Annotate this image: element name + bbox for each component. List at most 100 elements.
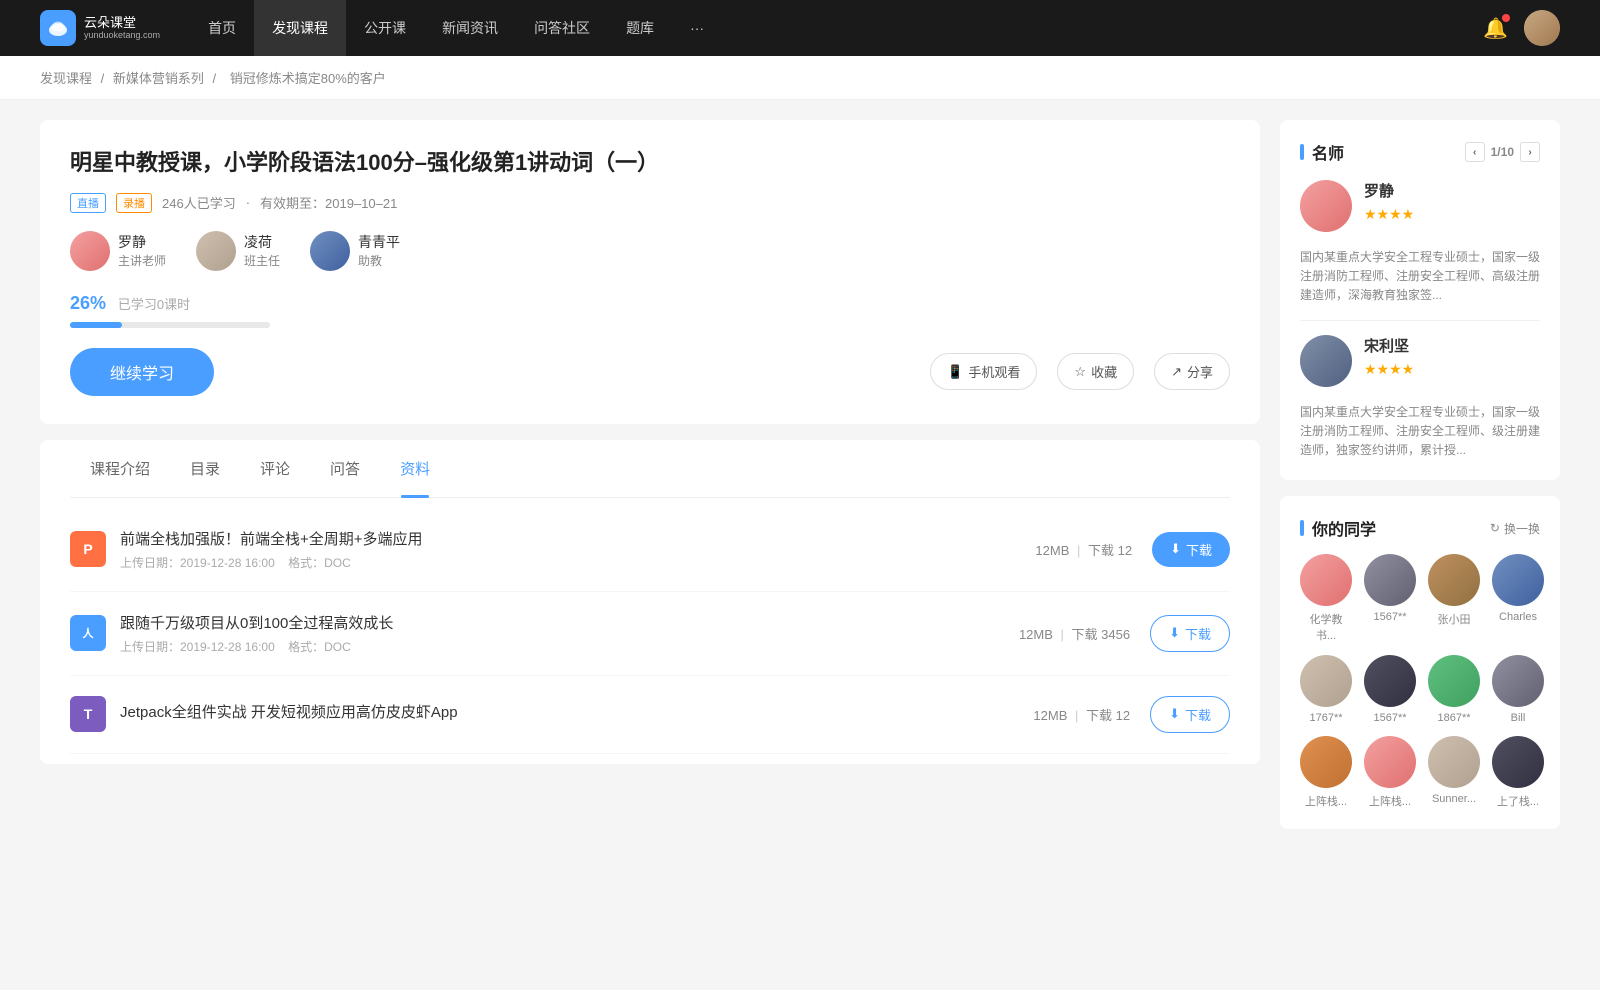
teacher-card-1: 罗静 ★★★★ (1300, 180, 1540, 232)
file-stats-2: 12MB | 下载 3456 (1019, 624, 1130, 643)
classmate-item-5[interactable]: 1567** (1364, 655, 1416, 724)
nav-items: 首页 发现课程 公开课 新闻资讯 问答社区 题库 ··· (190, 0, 1483, 56)
teachers-next-btn[interactable]: › (1520, 142, 1540, 162)
file-item-1: P 前端全栈加强版！前端全栈+全周期+多端应用 上传日期：2019-12-28 … (70, 508, 1230, 592)
file-size-3: 12MB (1033, 708, 1067, 723)
teacher-2-role: 班主任 (244, 252, 280, 269)
file-downloads-1: 下载 12 (1088, 543, 1132, 558)
classmate-item-10[interactable]: Sunner... (1428, 736, 1480, 809)
user-avatar[interactable] (1524, 10, 1560, 46)
nav-home[interactable]: 首页 (190, 0, 254, 56)
progress-pct: 26% (70, 293, 106, 313)
breadcrumb-discover[interactable]: 发现课程 (40, 71, 92, 86)
mobile-watch-button[interactable]: 📱 手机观看 (930, 353, 1037, 390)
teacher-3-info: 青青平 助教 (358, 232, 400, 269)
teacher-card-1-stars: ★★★★ (1364, 206, 1540, 223)
teachers-title-left: 名师 (1300, 140, 1344, 164)
breadcrumb-series[interactable]: 新媒体营销系列 (113, 71, 204, 86)
download-icon-3: ⬇ (1169, 706, 1180, 722)
file-stats-3: 12MB | 下载 12 (1033, 705, 1130, 724)
nav-news[interactable]: 新闻资讯 (424, 0, 516, 56)
teacher-1-name: 罗静 (118, 232, 166, 252)
tab-reviews[interactable]: 评论 (240, 440, 310, 497)
teachers-nav: ‹ 1/10 › (1465, 142, 1540, 162)
tab-qa[interactable]: 问答 (310, 440, 380, 497)
logo[interactable]: 云朵课堂 yunduoketang.com (40, 10, 160, 46)
bell-icon[interactable]: 🔔 (1483, 16, 1508, 41)
bell-notification-dot (1502, 14, 1510, 22)
classmate-avatar-1 (1364, 554, 1416, 606)
teachers-prev-btn[interactable]: ‹ (1465, 142, 1485, 162)
tab-toc[interactable]: 目录 (170, 440, 240, 497)
download-label-3: 下载 (1185, 705, 1211, 724)
file-size-1: 12MB (1035, 543, 1069, 558)
teacher-card-2-avatar (1300, 335, 1352, 387)
collect-button[interactable]: ☆ 收藏 (1057, 353, 1134, 390)
nav-discover[interactable]: 发现课程 (254, 0, 346, 56)
classmate-avatar-11 (1492, 736, 1544, 788)
classmate-item-11[interactable]: 上了栈... (1492, 736, 1544, 809)
teacher-divider (1300, 320, 1540, 321)
file-meta-2: 上传日期：2019-12-28 16:00 格式：DOC (120, 638, 1019, 655)
classmate-name-10: Sunner... (1432, 793, 1476, 805)
mobile-icon: 📱 (947, 364, 963, 380)
share-button[interactable]: ↗ 分享 (1154, 353, 1230, 390)
nav-questions[interactable]: 题库 (608, 0, 672, 56)
file-item-2: 人 跟随千万级项目从0到100全过程高效成长 上传日期：2019-12-28 1… (70, 592, 1230, 676)
download-icon-2: ⬇ (1169, 625, 1180, 641)
nav-qa[interactable]: 问答社区 (516, 0, 608, 56)
share-label: 分享 (1187, 362, 1213, 381)
teacher-1-role: 主讲老师 (118, 252, 166, 269)
teachers-page-current: 1 (1491, 145, 1498, 159)
file-size-2: 12MB (1019, 627, 1053, 642)
teacher-3: 青青平 助教 (310, 231, 400, 271)
file-downloads-3: 下载 12 (1086, 708, 1130, 723)
classmate-item-6[interactable]: 1867** (1428, 655, 1480, 724)
file-name-3: Jetpack全组件实战 开发短视频应用高仿皮皮虾App (120, 701, 1033, 722)
classmate-item-0[interactable]: 化学教书... (1300, 554, 1352, 643)
right-panel: 名师 ‹ 1/10 › 罗静 ★★★★ 国内某重点大学安全工程专业硕士，国 (1280, 120, 1560, 845)
refresh-classmates-button[interactable]: ↻ 换一换 (1490, 520, 1540, 537)
nav-right: 🔔 (1483, 10, 1560, 46)
classmate-item-3[interactable]: Charles (1492, 554, 1544, 643)
teacher-3-name: 青青平 (358, 232, 400, 252)
file-name-2: 跟随千万级项目从0到100全过程高效成长 (120, 612, 1019, 633)
classmates-title-text: 你的同学 (1312, 516, 1376, 540)
file-icon-3: T (70, 696, 106, 732)
refresh-icon: ↻ (1490, 521, 1500, 535)
download-button-2[interactable]: ⬇ 下载 (1150, 615, 1230, 652)
download-button-3[interactable]: ⬇ 下载 (1150, 696, 1230, 733)
navbar: 云朵课堂 yunduoketang.com 首页 发现课程 公开课 新闻资讯 问… (0, 0, 1600, 56)
classmate-item-9[interactable]: 上阵栈... (1364, 736, 1416, 809)
download-label-1: 下载 (1186, 540, 1212, 559)
teacher-2: 凌荷 班主任 (196, 231, 280, 271)
file-icon-1: P (70, 531, 106, 567)
tab-materials[interactable]: 资料 (380, 440, 450, 497)
refresh-label: 换一换 (1504, 520, 1540, 537)
classmates-header: 你的同学 ↻ 换一换 (1300, 516, 1540, 540)
tab-intro[interactable]: 课程介绍 (70, 440, 170, 497)
valid-until: 有效期至：2019–10–21 (260, 193, 397, 212)
classmate-name-7: Bill (1511, 712, 1526, 724)
nav-open[interactable]: 公开课 (346, 0, 424, 56)
teacher-card-2-info: 宋利坚 ★★★★ (1364, 335, 1540, 387)
students-count: 246人已学习 (162, 193, 236, 212)
progress-bar-bg (70, 322, 270, 328)
teacher-card-2-stars: ★★★★ (1364, 361, 1540, 378)
teachers-panel-title: 名师 ‹ 1/10 › (1300, 140, 1540, 164)
nav-more[interactable]: ··· (672, 0, 722, 56)
continue-button[interactable]: 继续学习 (70, 348, 214, 396)
teacher-card-1-desc: 国内某重点大学安全工程专业硕士，国家一级注册消防工程师、注册安全工程师、高级注册… (1300, 248, 1540, 306)
classmate-name-1: 1567** (1373, 611, 1406, 623)
progress-sub: 已学习0课时 (118, 297, 190, 312)
classmate-item-7[interactable]: Bill (1492, 655, 1544, 724)
classmate-item-2[interactable]: 张小田 (1428, 554, 1480, 643)
download-button-1[interactable]: ⬇ 下载 (1152, 532, 1230, 567)
classmate-item-1[interactable]: 1567** (1364, 554, 1416, 643)
teacher-card-2: 宋利坚 ★★★★ (1300, 335, 1540, 387)
teacher-3-role: 助教 (358, 252, 400, 269)
classmate-name-6: 1867** (1437, 712, 1470, 724)
classmate-item-4[interactable]: 1767** (1300, 655, 1352, 724)
classmate-item-8[interactable]: 上阵栈... (1300, 736, 1352, 809)
course-tabs-section: 课程介绍 目录 评论 问答 资料 P 前端全栈加强版！前端全栈+全周期+多端应用… (40, 440, 1260, 764)
